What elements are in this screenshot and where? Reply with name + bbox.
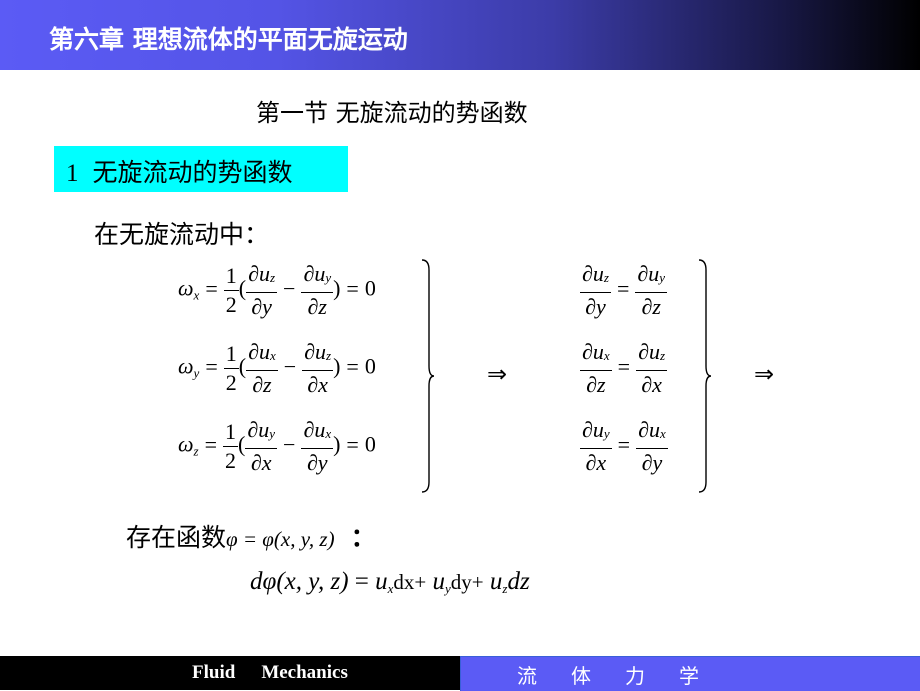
existence-label: 存在函数 (126, 523, 227, 552)
implies-arrow-2: ⇒ (754, 360, 775, 388)
minus-sign: − (283, 275, 296, 301)
term3-var: u (489, 568, 503, 595)
equals-sign: = (346, 353, 359, 379)
differential-equation: dφ(x, y, z) = uxdx+ uydy+ uzdz (250, 568, 530, 597)
term3-d: dz (507, 568, 530, 595)
term2-var: u (432, 568, 446, 595)
rotation-equation-row: ωz = 1 2(∂uy ∂x − ∂ux ∂y) = 0 (178, 416, 376, 486)
footer-right: 流体力学 (460, 656, 920, 691)
slide-header: 第六章 理想流体的平面无旋运动 (0, 0, 920, 70)
minus-sign: − (283, 431, 296, 457)
right-brace-left-system (421, 259, 435, 493)
term1-d: dx+ (393, 570, 427, 594)
subsection-highlight: 1 无旋流动的势函数 (54, 146, 348, 192)
diff-lhs: dφ(x, y, z) (250, 568, 349, 595)
equality-equation-row: ∂uy ∂x = ∂ux ∂y (580, 416, 668, 486)
equals-sign: = (616, 275, 630, 301)
zero-value: 0 (364, 275, 376, 301)
omega-symbol: ω (178, 275, 194, 301)
omega-symbol: ω (178, 353, 194, 379)
coefficient-fraction: 12 (223, 419, 239, 473)
equals-sign: = (205, 275, 218, 301)
potential-function: φ = φ(x, y, z) (226, 527, 335, 551)
existence-colon: ： (350, 523, 376, 552)
partial-fraction-right: ∂uy ∂z (635, 261, 668, 319)
minus-sign: − (283, 353, 297, 379)
footer-chinese: 流体力学 (517, 664, 733, 688)
left-paren: ( (238, 353, 247, 379)
term2-d: dy+ (450, 570, 484, 594)
partial-fraction-2: ∂uy ∂z (301, 261, 334, 319)
coefficient-fraction: 12 (223, 263, 239, 317)
implies-arrow-1: ⇒ (487, 360, 508, 388)
coefficient-fraction: 12 (223, 341, 239, 395)
partial-fraction-left: ∂uy ∂x (580, 417, 612, 475)
intro-text: 在无旋流动中： (94, 220, 270, 249)
rotation-equation-row: ωx = 1 2(∂uz ∂y − ∂uy ∂z) = 0 (178, 260, 376, 330)
partial-fraction-2: ∂ux ∂y (301, 417, 334, 475)
zero-value: 0 (364, 353, 376, 379)
rotation-equation-row: ωy = 1 2(∂ux ∂z − ∂uz ∂x) = 0 (178, 338, 376, 408)
right-brace-right-system (698, 259, 712, 493)
footer-english: Fluid Mechanics (192, 662, 348, 684)
footer-left: Fluid Mechanics (0, 656, 460, 690)
section-title: 第一节 无旋流动的势函数 (256, 99, 528, 127)
left-paren: ( (238, 275, 247, 301)
equals-sign: = (204, 431, 218, 457)
equals-sign: = (205, 353, 218, 379)
equals-sign: = (346, 431, 359, 457)
partial-fraction-left: ∂ux ∂z (580, 339, 612, 397)
subsection-title: 无旋流动的势函数 (92, 158, 293, 187)
partial-fraction-1: ∂ux ∂z (246, 339, 278, 397)
partial-fraction-right: ∂ux ∂y (636, 417, 668, 475)
footer-word-mechanics: Mechanics (261, 662, 348, 683)
partial-fraction-2: ∂uz ∂x (302, 339, 334, 397)
equals-sign: = (346, 275, 359, 301)
chapter-title: 第六章 理想流体的平面无旋运动 (49, 25, 408, 54)
existence-statement: 存在函数φ = φ(x, y, z) ： (126, 518, 376, 554)
partial-fraction-right: ∂uz ∂x (636, 339, 668, 397)
omega-subscript: z (193, 443, 199, 459)
partial-fraction-left: ∂uz ∂y (580, 261, 611, 319)
equality-equation-row: ∂uz ∂y = ∂uy ∂z (580, 260, 668, 330)
zero-value: 0 (364, 431, 376, 457)
equals-sign: = (617, 431, 631, 457)
term1-var: u (375, 568, 388, 595)
footer-word-fluid: Fluid (192, 662, 236, 683)
partial-fraction-1: ∂uz ∂y (246, 261, 278, 319)
left-paren: ( (238, 431, 246, 457)
omega-symbol: ω (178, 431, 194, 457)
diff-equals: = (348, 568, 376, 595)
subsection-number: 1 (66, 160, 79, 187)
equality-equation-row: ∂ux ∂z = ∂uz ∂x (580, 338, 668, 408)
equals-sign: = (617, 353, 631, 379)
partial-fraction-1: ∂uy ∂x (245, 417, 278, 475)
